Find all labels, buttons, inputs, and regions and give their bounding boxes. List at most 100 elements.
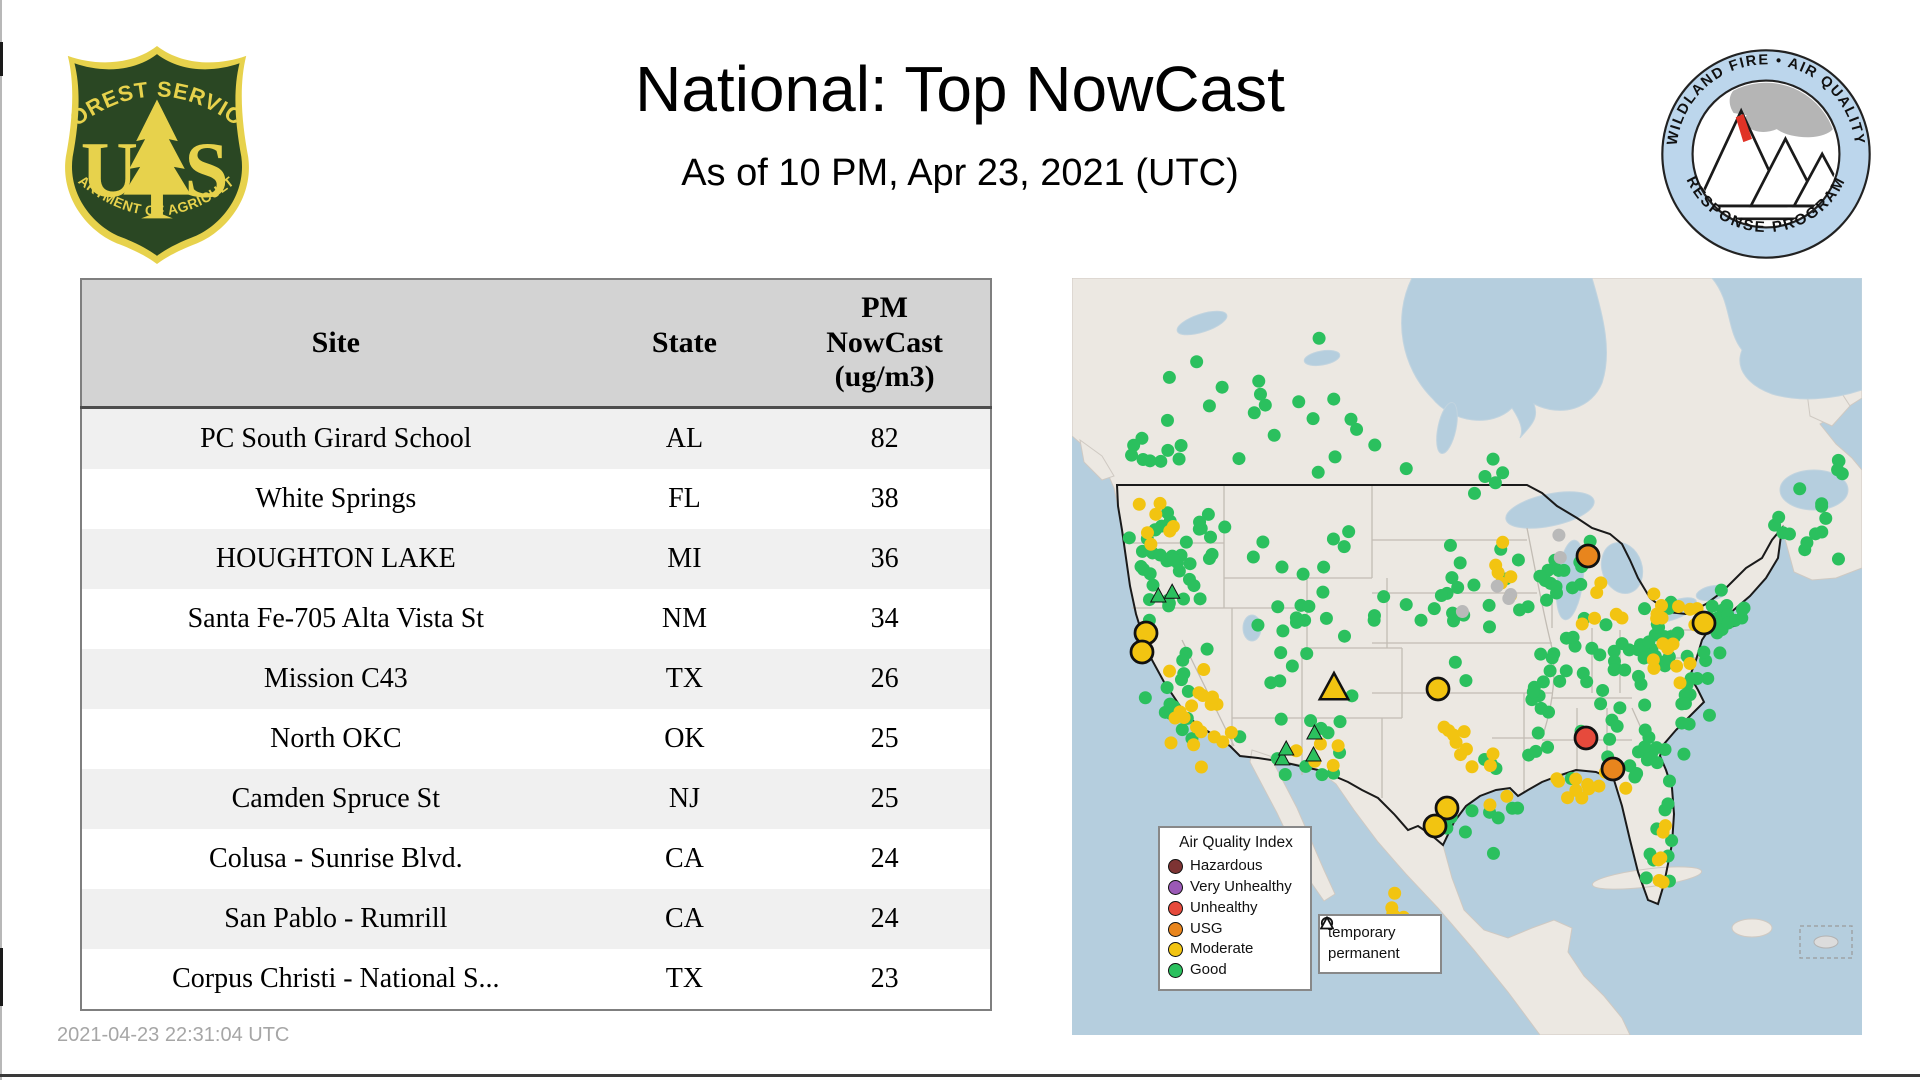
monitor-marker xyxy=(1194,760,1208,774)
monitor-marker xyxy=(1161,443,1175,457)
monitor-marker xyxy=(1638,740,1652,754)
monitor-marker xyxy=(1427,602,1441,616)
monitor-marker xyxy=(1317,560,1331,574)
monitor-marker xyxy=(1596,683,1610,697)
monitor-marker xyxy=(1545,651,1559,665)
monitor-marker xyxy=(1561,791,1575,805)
monitor-marker xyxy=(1486,846,1500,860)
monitor-marker xyxy=(1172,452,1186,466)
monitor-marker xyxy=(1193,592,1207,606)
monitor-marker xyxy=(1569,772,1583,786)
monitor-marker xyxy=(1311,465,1325,479)
page-edge-mark-bottom xyxy=(0,948,3,1006)
moderate-dot-icon xyxy=(1168,942,1183,958)
dashboard-page: FOREST SERVICE U S DEPARTMENT OF AGRICUL… xyxy=(0,0,1920,1080)
monitor-marker xyxy=(1203,530,1217,544)
monitor-marker xyxy=(1453,556,1467,570)
monitor-marker xyxy=(1327,392,1341,406)
monitor-marker xyxy=(1140,526,1154,540)
table-row: San Pablo - Rumrill CA 24 xyxy=(81,889,991,949)
table-row: Mission C43 TX 26 xyxy=(81,649,991,709)
monitor-marker xyxy=(1129,639,1155,665)
monitor-marker xyxy=(1422,813,1448,839)
monitor-marker xyxy=(1638,602,1652,616)
aqi-legend-item: Moderate xyxy=(1168,940,1304,959)
monitor-marker xyxy=(1594,697,1608,711)
monitor-marker xyxy=(1490,579,1504,593)
generated-timestamp: 2021-04-23 22:31:04 UTC xyxy=(57,1024,290,1046)
monitor-marker xyxy=(1502,592,1516,606)
monitor-marker xyxy=(1167,552,1181,566)
very_unhealthy-dot-icon xyxy=(1168,880,1183,895)
hazardous-dot-icon xyxy=(1168,859,1183,875)
monitor-marker xyxy=(1488,476,1502,490)
monitor-marker xyxy=(1253,387,1267,401)
monitor-marker xyxy=(1331,739,1345,753)
monitor-marker xyxy=(1603,732,1617,746)
monitor-marker xyxy=(1588,611,1602,625)
monitor-marker xyxy=(1143,454,1157,468)
monitor-marker xyxy=(1511,553,1525,567)
monitor-marker xyxy=(1176,653,1190,667)
monitor-marker xyxy=(1529,744,1543,758)
monitor-marker xyxy=(1776,526,1790,540)
monitor-marker xyxy=(1368,438,1382,452)
monitor-marker xyxy=(1553,674,1567,688)
monitor-marker xyxy=(1542,705,1556,719)
monitor-type-legend: temporary permanent xyxy=(1318,914,1442,974)
monitor-marker xyxy=(1713,646,1727,660)
monitor-marker xyxy=(1662,774,1676,788)
monitor-marker xyxy=(1513,603,1527,617)
monitor-marker xyxy=(1163,664,1177,678)
monitor-marker xyxy=(1575,791,1589,805)
monitor-marker xyxy=(1271,600,1285,614)
monitor-marker xyxy=(1511,801,1525,815)
monitor-marker xyxy=(1177,592,1191,606)
monitor-marker xyxy=(1459,674,1473,688)
monitor-marker xyxy=(1673,676,1687,690)
monitor-marker xyxy=(1256,535,1270,549)
monitor-marker xyxy=(1550,772,1564,786)
monitor-marker xyxy=(1661,797,1675,811)
monitor-marker xyxy=(1672,599,1686,613)
monitor-marker xyxy=(1173,705,1187,719)
monitor-marker xyxy=(1251,618,1265,632)
monitor-marker xyxy=(1619,781,1633,795)
monitor-marker xyxy=(1333,715,1347,729)
monitor-marker xyxy=(1342,525,1356,539)
monitor-marker xyxy=(1831,463,1845,477)
monitor-marker xyxy=(1160,413,1174,427)
legend-permanent-label: permanent xyxy=(1328,944,1400,962)
monitor-marker xyxy=(1232,452,1246,466)
legend-temporary-label: temporary xyxy=(1328,924,1396,941)
monitor-marker xyxy=(1592,779,1606,793)
monitor-marker xyxy=(1566,630,1580,644)
monitor-marker xyxy=(1205,690,1219,704)
monitor-marker xyxy=(1650,741,1664,755)
monitor-marker xyxy=(1714,583,1728,597)
monitor-marker xyxy=(1642,635,1656,649)
aqi-legend-title: Air Quality Index xyxy=(1179,834,1293,851)
monitor-marker xyxy=(1483,759,1497,773)
monitor-marker xyxy=(1174,439,1188,453)
col-header-site: Site xyxy=(81,279,590,409)
monitor-marker xyxy=(1536,675,1550,689)
monitor-marker xyxy=(1337,540,1351,554)
monitor-marker xyxy=(1735,603,1749,617)
table-row: Colusa - Sunrise Blvd. CA 24 xyxy=(81,829,991,889)
monitor-marker xyxy=(1483,798,1497,812)
monitor-marker xyxy=(1500,789,1514,803)
monitor-marker xyxy=(1677,747,1691,761)
monitor-marker xyxy=(1658,819,1672,833)
monitor-marker xyxy=(1302,599,1316,613)
wfaqrp-logo: WILDLAND FIRE • AIR QUALITY RESPONSE PRO… xyxy=(1658,46,1874,262)
monitor-marker xyxy=(1600,756,1626,782)
monitor-marker xyxy=(1575,617,1589,631)
monitor-marker xyxy=(1319,611,1333,625)
monitor-marker xyxy=(1197,663,1211,677)
table-row: HOUGHTON LAKE MI 36 xyxy=(81,529,991,589)
monitor-marker xyxy=(1646,653,1660,667)
monitor-marker xyxy=(1458,825,1472,839)
monitor-marker xyxy=(1337,629,1351,643)
monitor-marker xyxy=(1215,380,1229,394)
